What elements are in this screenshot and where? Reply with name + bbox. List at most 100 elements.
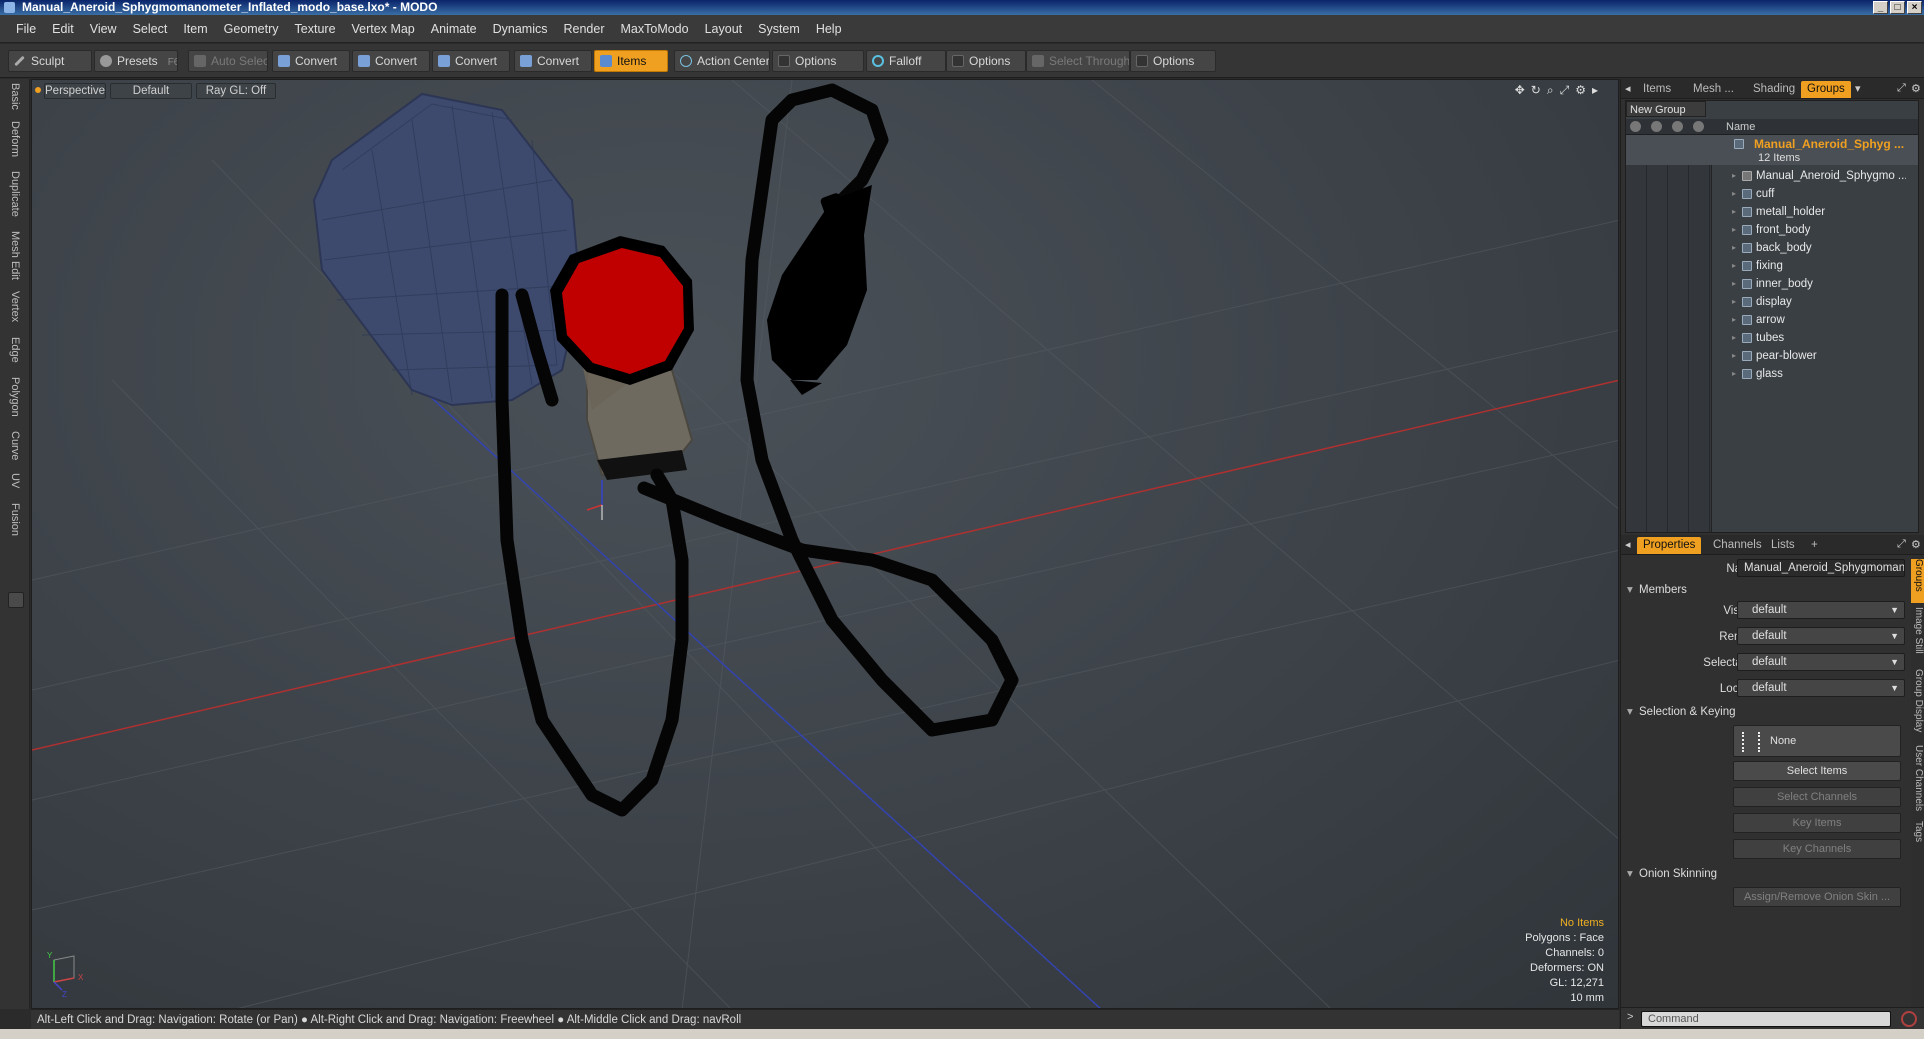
convert-vertex-button[interactable]: Convert <box>272 50 350 72</box>
panel-expand-icon[interactable]: ⤢ <box>1897 82 1906 95</box>
name-field[interactable]: Manual_Aneroid_Sphygmomanor <box>1737 559 1905 577</box>
sculpt-button[interactable]: Sculpt <box>8 50 92 72</box>
falloff-options-button[interactable]: Options <box>946 50 1026 72</box>
3d-viewport[interactable]: Perspective Default Ray GL: Off ✥ ↻ ⌕ ⤢ … <box>31 79 1619 1009</box>
render-dropdown[interactable]: default ▼ <box>1737 627 1905 645</box>
tab-basic[interactable]: Basic <box>4 83 26 117</box>
menu-maxtomodo[interactable]: MaxToModo <box>613 22 697 36</box>
lock-icon[interactable] <box>1672 121 1683 132</box>
sidetab-tags[interactable]: Tags <box>1911 821 1924 851</box>
tab-polygon[interactable]: Polygon <box>4 377 26 427</box>
select-through-options-button[interactable]: Options <box>1130 50 1216 72</box>
tab-items[interactable]: Items <box>1637 81 1677 98</box>
close-button[interactable]: × <box>1907 1 1922 14</box>
presets-button[interactable]: Presets F6 <box>94 50 178 72</box>
group-item-row[interactable]: ▸ back_body <box>1626 239 1918 257</box>
menu-animate[interactable]: Animate <box>423 22 485 36</box>
group-root-row[interactable]: Manual_Aneroid_Sphyg ... 12 Items <box>1626 135 1918 165</box>
menu-layout[interactable]: Layout <box>697 22 751 36</box>
viewport-menu-arrow-icon[interactable]: ▸ <box>1592 83 1598 98</box>
locked-dropdown[interactable]: default ▼ <box>1737 679 1905 697</box>
menu-edit[interactable]: Edit <box>44 22 82 36</box>
sidetab-groups[interactable]: Groups <box>1911 559 1924 603</box>
sidetab-group-display[interactable]: Group Display <box>1911 669 1924 741</box>
group-item-row[interactable]: ▸ tubes <box>1626 329 1918 347</box>
group-item-row[interactable]: ▸ display <box>1626 293 1918 311</box>
members-section[interactable]: Members <box>1625 581 1921 599</box>
view-perspective-button[interactable]: Perspective <box>44 83 106 99</box>
items-mode-button[interactable]: Items <box>594 50 668 72</box>
menu-geometry[interactable]: Geometry <box>216 22 287 36</box>
action-center-button[interactable]: Action Center <box>674 50 770 72</box>
tab-lists[interactable]: Lists <box>1765 537 1801 554</box>
tab-mesh-edit[interactable]: Mesh Edit <box>4 231 26 287</box>
tab-groups[interactable]: Groups <box>1801 81 1851 98</box>
tab-fusion[interactable]: Fusion <box>4 503 26 543</box>
record-macro-icon[interactable] <box>1901 1011 1917 1027</box>
action-center-options-button[interactable]: Options <box>772 50 864 72</box>
falloff-button[interactable]: Falloff <box>866 50 946 72</box>
panel-settings-gear-icon[interactable]: ⚙ <box>1911 82 1921 95</box>
group-item-row[interactable]: ▸ arrow <box>1626 311 1918 329</box>
select-channels-button[interactable]: Select Channels <box>1733 787 1901 807</box>
convert-item-button[interactable]: Convert <box>514 50 592 72</box>
convert-polygon-button[interactable]: Convert <box>432 50 510 72</box>
tab-add[interactable]: + <box>1805 537 1824 554</box>
group-item-row[interactable]: ▸ Manual_Aneroid_Sphygmo ... <box>1626 167 1918 185</box>
new-group-button[interactable]: New Group <box>1626 101 1706 117</box>
tab-curve[interactable]: Curve <box>4 431 26 469</box>
tab-channels[interactable]: Channels <box>1707 537 1768 554</box>
fit-icon[interactable]: ⤢ <box>1560 83 1570 98</box>
menu-item[interactable]: Item <box>175 22 215 36</box>
viewport-settings-gear-icon[interactable]: ⚙ <box>1575 83 1586 98</box>
selectable-dropdown[interactable]: default ▼ <box>1737 653 1905 671</box>
sidetab-user-channels[interactable]: User Channels <box>1911 745 1924 817</box>
panel-expand-icon[interactable]: ⤢ <box>1897 538 1906 551</box>
tab-shading[interactable]: Shading <box>1747 81 1801 98</box>
visible-dropdown[interactable]: default ▼ <box>1737 601 1905 619</box>
tab-uv[interactable]: UV <box>4 473 26 497</box>
render-icon[interactable] <box>1651 121 1662 132</box>
column-name-header[interactable]: Name <box>1726 119 1755 135</box>
menu-render[interactable]: Render <box>556 22 613 36</box>
menu-dynamics[interactable]: Dynamics <box>485 22 556 36</box>
pan-icon[interactable]: ✥ <box>1515 83 1525 98</box>
auto-select-button[interactable]: Auto Select <box>188 50 268 72</box>
sidetab-image-still[interactable]: Image Still <box>1911 607 1924 665</box>
maximize-button[interactable]: □ <box>1890 1 1905 14</box>
onion-skinning-section[interactable]: Onion Skinning <box>1625 865 1921 883</box>
menu-file[interactable]: File <box>8 22 44 36</box>
minimize-button[interactable]: _ <box>1873 1 1888 14</box>
menu-help[interactable]: Help <box>808 22 850 36</box>
group-item-row[interactable]: ▸ glass <box>1626 365 1918 383</box>
tab-vertex[interactable]: Vertex <box>4 291 26 333</box>
tab-properties[interactable]: Properties <box>1637 537 1702 554</box>
menu-view[interactable]: View <box>82 22 125 36</box>
rotate-icon[interactable]: ↻ <box>1531 83 1541 98</box>
tab-mesh[interactable]: Mesh ... <box>1687 81 1740 98</box>
menu-select[interactable]: Select <box>125 22 176 36</box>
select-items-button[interactable]: Select Items <box>1733 761 1901 781</box>
select-through-button[interactable]: Select Through <box>1026 50 1130 72</box>
selection-keying-section[interactable]: Selection & Keying <box>1625 703 1921 721</box>
key-items-button[interactable]: Key Items <box>1733 813 1901 833</box>
convert-edge-button[interactable]: Convert <box>352 50 430 72</box>
assign-onion-skin-button[interactable]: Assign/Remove Onion Skin ... <box>1733 887 1901 907</box>
tab-duplicate[interactable]: Duplicate <box>4 171 26 227</box>
key-channels-button[interactable]: Key Channels <box>1733 839 1901 859</box>
ray-gl-toggle-button[interactable]: Ray GL: Off <box>196 83 276 99</box>
menu-vertex-map[interactable]: Vertex Map <box>344 22 423 36</box>
panel-menu-icon[interactable]: ◂ <box>1625 538 1631 551</box>
shading-default-button[interactable]: Default <box>110 83 192 99</box>
zoom-icon[interactable]: ⌕ <box>1547 83 1554 98</box>
left-panel-toggle-button[interactable] <box>8 592 24 608</box>
none-button[interactable]: None <box>1733 725 1901 757</box>
tabs-dropdown-icon[interactable]: ▾ <box>1855 82 1861 95</box>
group-item-row[interactable]: ▸ cuff <box>1626 185 1918 203</box>
scene-render[interactable] <box>32 80 1619 1009</box>
group-item-row[interactable]: ▸ fixing <box>1626 257 1918 275</box>
menu-texture[interactable]: Texture <box>287 22 344 36</box>
panel-menu-icon[interactable]: ◂ <box>1625 82 1631 95</box>
panel-settings-gear-icon[interactable]: ⚙ <box>1911 538 1921 551</box>
group-item-row[interactable]: ▸ inner_body <box>1626 275 1918 293</box>
